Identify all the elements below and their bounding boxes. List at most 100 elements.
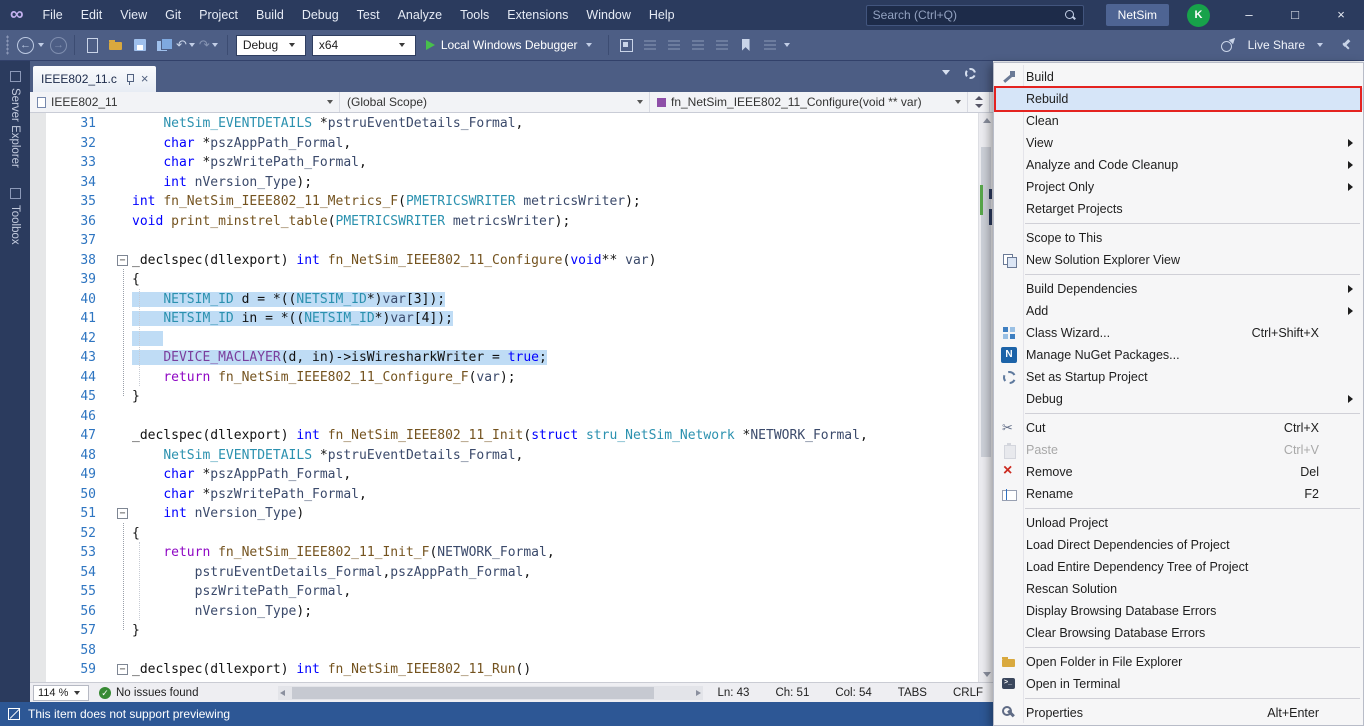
fold-margin[interactable]: − [116,660,132,680]
breakpoint-margin[interactable] [30,134,46,154]
code-line-43[interactable]: 43 DEVICE_MACLAYER(d, in)->isWiresharkWr… [30,348,978,368]
window-options-gear-icon[interactable] [965,68,976,79]
fold-margin[interactable] [116,134,132,154]
comment-icon[interactable] [642,37,658,53]
fold-margin[interactable] [116,329,132,349]
menu-item-view[interactable]: View [994,132,1363,154]
toolbar-grip[interactable] [6,35,9,55]
search-icon[interactable] [1064,9,1077,22]
code-line-41[interactable]: 41 NETSIM_ID in = *((NETSIM_ID*)var[4]); [30,309,978,329]
fold-margin[interactable] [116,426,132,446]
line-number[interactable]: 36 [46,212,102,232]
code-text[interactable]: void print_minstrel_table(PMETRICSWRITER… [132,212,978,232]
code-text[interactable]: nVersion_Type); [132,602,978,622]
line-number[interactable]: 43 [46,348,102,368]
code-line-37[interactable]: 37 [30,231,978,251]
menu-git[interactable]: Git [156,0,190,30]
code-text[interactable]: return fn_NetSim_IEEE802_11_Configure_F(… [132,368,978,388]
uncomment-icon[interactable] [666,37,682,53]
menu-build[interactable]: Build [247,0,293,30]
code-line-36[interactable]: 36 void print_minstrel_table(PMETRICSWRIT… [30,212,978,232]
menu-item-build[interactable]: Build [994,66,1363,88]
character-indicator[interactable]: Ch: 51 [775,687,809,699]
breakpoint-margin[interactable] [30,153,46,173]
vertical-scrollbar[interactable] [978,113,993,682]
menu-item-project-only[interactable]: Project Only [994,176,1363,198]
open-file-icon[interactable] [108,37,124,53]
code-text[interactable]: _declspec(dllexport) int fn_NetSim_IEEE8… [132,426,978,446]
code-line-55[interactable]: 55 pszWritePath_Formal, [30,582,978,602]
document-tab[interactable]: IEEE802_11.c × [33,66,157,92]
menu-item-debug[interactable]: Debug [994,388,1363,410]
line-number[interactable]: 56 [46,602,102,622]
code-health-indicator[interactable]: ✓ No issues found [99,686,198,699]
code-text[interactable]: char *pszWritePath_Formal, [132,153,978,173]
project-dropdown[interactable]: IEEE802_11 [30,92,340,112]
line-number[interactable]: 39 [46,270,102,290]
breakpoint-margin[interactable] [30,582,46,602]
scrollbar-thumb[interactable] [292,686,654,699]
code-text[interactable]: { [132,270,978,290]
code-line-42[interactable]: 42 [30,329,978,349]
code-line-57[interactable]: 57} [30,621,978,641]
code-line-54[interactable]: 54 pstruEventDetails_Formal,pszAppPath_F… [30,563,978,583]
code-line-31[interactable]: 31 NetSim_EVENTDETAILS *pstruEventDetail… [30,114,978,134]
fold-margin[interactable] [116,290,132,310]
code-line-46[interactable]: 46 [30,407,978,427]
code-line-34[interactable]: 34 int nVersion_Type); [30,173,978,193]
code-text[interactable]: int nVersion_Type) [132,504,978,524]
breakpoint-margin[interactable] [30,407,46,427]
breakpoint-margin[interactable] [30,212,46,232]
solution-name-badge[interactable]: NetSim [1105,4,1169,26]
code-line-59[interactable]: 59 − _declspec(dllexport) int fn_NetSim_IE… [30,660,978,680]
code-line-53[interactable]: 53 return fn_NetSim_IEEE802_11_Init_F(NE… [30,543,978,563]
line-number[interactable]: 54 [46,563,102,583]
code-text[interactable]: NETSIM_ID in = *((NETSIM_ID*)var[4]); [132,309,978,329]
member-dropdown[interactable]: fn_NetSim_IEEE802_11_Configure(void ** v… [650,92,968,112]
breakpoint-margin[interactable] [30,329,46,349]
menu-item-remove[interactable]: Remove Del [994,461,1363,483]
toolbar-options-chevron-icon[interactable] [783,43,790,47]
code-text[interactable]: } [132,621,978,641]
solution-explorer-sync-icon[interactable] [618,37,634,53]
breakpoint-margin[interactable] [30,114,46,134]
menu-view[interactable]: View [111,0,156,30]
save-all-icon[interactable] [156,37,173,53]
menu-item-set-as-startup-project[interactable]: Set as Startup Project [994,366,1363,388]
indent-decrease-icon[interactable] [690,37,706,53]
line-number[interactable]: 33 [46,153,102,173]
line-number[interactable]: 50 [46,485,102,505]
menu-item-unload-project[interactable]: Unload Project [994,512,1363,534]
line-number[interactable]: 49 [46,465,102,485]
fold-margin[interactable] [116,485,132,505]
code-line-50[interactable]: 50 char *pszWritePath_Formal, [30,485,978,505]
code-line-49[interactable]: 49 char *pszAppPath_Formal, [30,465,978,485]
maximize-button[interactable]: □ [1272,0,1318,30]
indent-increase-icon[interactable] [714,37,730,53]
fold-margin[interactable] [116,114,132,134]
menu-item-build-dependencies[interactable]: Build Dependencies [994,278,1363,300]
line-number[interactable]: 38 [46,251,102,271]
menu-edit[interactable]: Edit [72,0,112,30]
code-text[interactable] [132,641,978,661]
fold-collapse-icon[interactable]: − [117,254,128,266]
breakpoint-margin[interactable] [30,641,46,661]
code-text[interactable]: { [132,524,978,544]
line-indicator[interactable]: Ln: 43 [717,687,749,699]
fold-margin[interactable] [116,153,132,173]
line-number[interactable]: 55 [46,582,102,602]
menu-item-scope-to-this[interactable]: Scope to This [994,227,1363,249]
line-number[interactable]: 47 [46,426,102,446]
navigate-back-button[interactable]: ← [17,36,34,54]
breakpoint-margin[interactable] [30,290,46,310]
code-text[interactable]: int fn_NetSim_IEEE802_11_Metrics_F(PMETR… [132,192,978,212]
fold-margin[interactable] [116,270,132,290]
fold-margin[interactable] [116,173,132,193]
close-tab-icon[interactable]: × [141,72,149,85]
code-text[interactable]: } [132,387,978,407]
navigate-back-dropdown-icon[interactable] [38,43,44,47]
code-text[interactable]: NetSim_EVENTDETAILS *pstruEventDetails_F… [132,114,978,134]
solution-platform-select[interactable]: x64 [311,34,416,56]
bookmark-icon[interactable] [738,37,754,53]
menu-item-manage-nuget-packages[interactable]: Manage NuGet Packages... [994,344,1363,366]
